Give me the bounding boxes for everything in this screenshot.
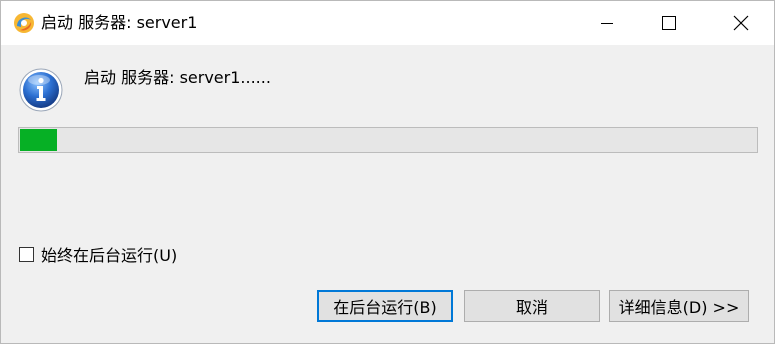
window-title: 启动 服务器: server1: [41, 13, 198, 32]
progress-fill: [20, 129, 57, 151]
close-icon: [733, 15, 749, 31]
close-button[interactable]: [711, 1, 771, 45]
info-icon: [18, 67, 64, 113]
run-in-background-button[interactable]: 在后台运行(B): [317, 290, 453, 322]
progress-bar: [18, 127, 758, 153]
title-bar[interactable]: 启动 服务器: server1: [1, 1, 774, 45]
status-message: 启动 服务器: server1......: [84, 68, 271, 87]
dialog-window: 启动 服务器: server1 启动 服务器: server1...... 始终…: [0, 0, 775, 344]
minimize-button[interactable]: [577, 1, 637, 45]
checkbox-label: 始终在后台运行(U): [41, 246, 178, 265]
checkbox-box[interactable]: [19, 246, 34, 262]
cancel-button[interactable]: 取消: [464, 290, 600, 322]
maximize-button[interactable]: [639, 1, 699, 45]
always-run-in-background-checkbox[interactable]: 始终在后台运行(U): [19, 242, 177, 266]
minimize-icon: [601, 23, 613, 24]
details-button[interactable]: 详细信息(D) >>: [609, 290, 749, 322]
maximize-icon: [662, 16, 676, 30]
eclipse-swirl-icon: [13, 12, 35, 34]
